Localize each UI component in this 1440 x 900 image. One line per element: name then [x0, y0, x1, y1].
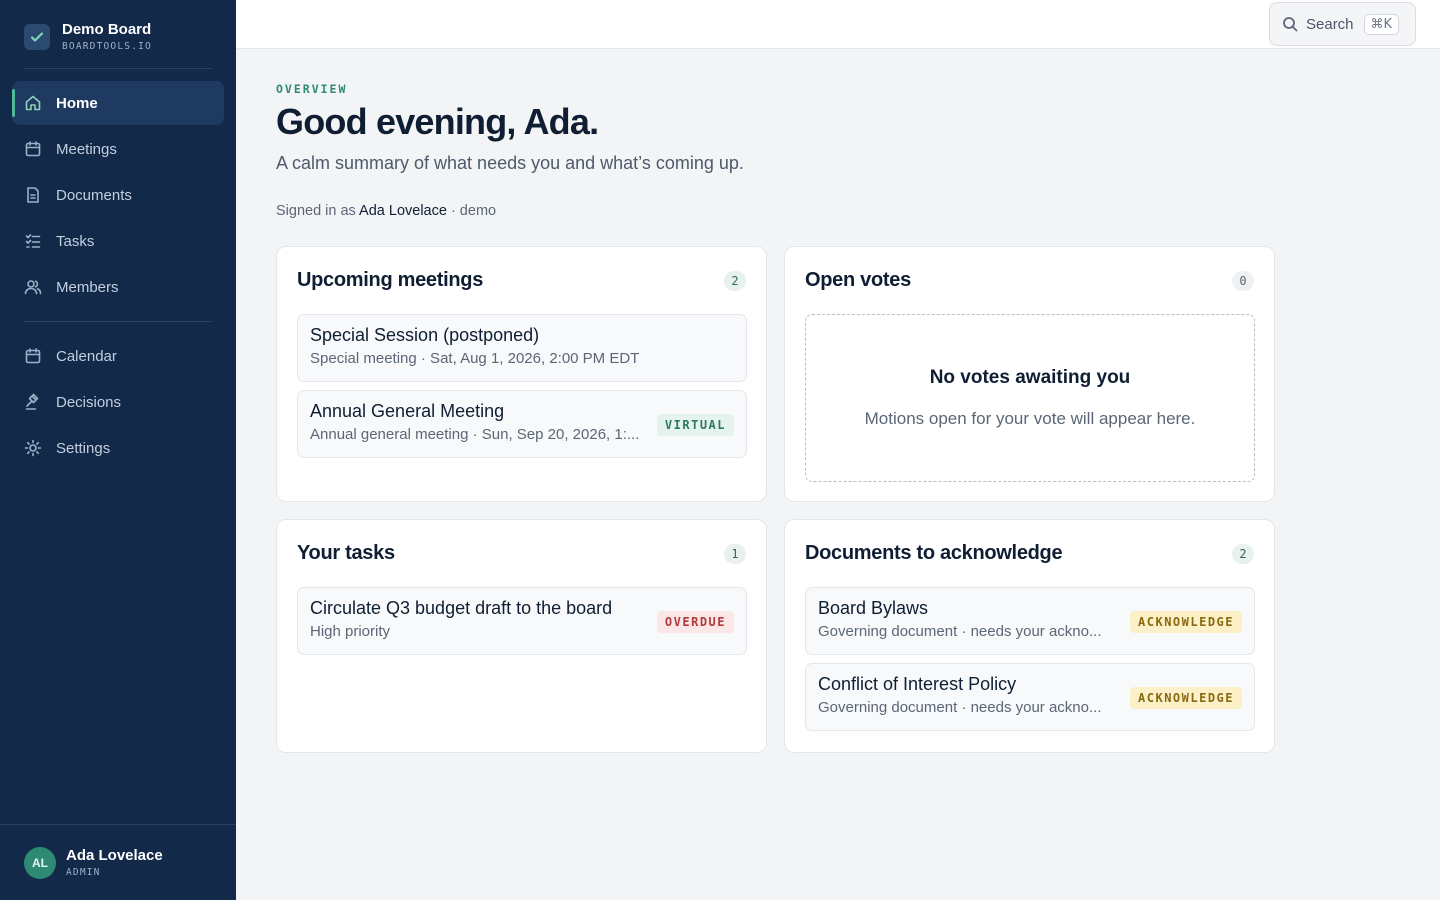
empty-state: No votes awaiting you Motions open for y…: [805, 314, 1255, 482]
acknowledge-button[interactable]: ACKNOWLEDGE: [1130, 687, 1242, 709]
meeting-row[interactable]: Annual General Meeting Annual general me…: [297, 390, 747, 458]
sidebar-item-label: Documents: [56, 186, 132, 204]
signed-in-line: Signed in as Ada Lovelace · demo: [276, 203, 496, 219]
card-title: Open votes: [805, 269, 911, 291]
sidebar-item-members[interactable]: Members: [12, 265, 224, 309]
search-button[interactable]: Search ⌘K: [1269, 2, 1416, 46]
checkmark-icon: [24, 24, 50, 50]
card-title: Upcoming meetings: [297, 269, 484, 291]
count-badge: 0: [1232, 270, 1254, 291]
sun-icon: [24, 439, 42, 457]
meeting-title: Special Session (postponed): [310, 325, 540, 345]
document-details: Governing document · needs your ackno...: [818, 623, 1102, 640]
keyboard-shortcut: ⌘K: [1363, 13, 1400, 35]
meeting-row[interactable]: Special Session (postponed) Special meet…: [297, 314, 747, 382]
sidebar: Demo Board BOARDTOOLS.IO Home Meetings D…: [0, 0, 236, 900]
meeting-details: Annual general meeting · Sun, Sep 20, 20…: [310, 426, 640, 443]
brand-name: Demo Board: [62, 21, 152, 38]
sidebar-divider: [24, 68, 212, 69]
brand[interactable]: Demo Board BOARDTOOLS.IO: [24, 22, 152, 52]
document-row[interactable]: Conflict of Interest Policy Governing do…: [805, 663, 1255, 731]
user-role: ADMIN: [66, 867, 101, 878]
sidebar-item-calendar[interactable]: Calendar: [12, 334, 224, 378]
task-title: Circulate Q3 budget draft to the board: [310, 598, 613, 618]
acknowledge-button[interactable]: ACKNOWLEDGE: [1130, 611, 1242, 633]
documents-to-acknowledge-card: Documents to acknowledge 2 Board Bylaws …: [784, 519, 1275, 753]
your-tasks-card: Your tasks 1 Circulate Q3 budget draft t…: [276, 519, 767, 753]
sidebar-item-settings[interactable]: Settings: [12, 426, 224, 470]
user-name: Ada Lovelace: [66, 847, 163, 864]
open-votes-card: Open votes 0 No votes awaiting you Motio…: [784, 246, 1275, 502]
sidebar-item-label: Meetings: [56, 140, 117, 158]
count-badge: 1: [724, 543, 746, 564]
document-icon: [27, 187, 39, 203]
card-title: Your tasks: [297, 542, 395, 564]
sidebar-item-home[interactable]: Home: [12, 81, 224, 125]
primary-nav: Home Meetings Documents Tasks Members: [12, 81, 224, 311]
document-details: Governing document · needs your ackno...: [818, 699, 1102, 716]
sidebar-item-documents[interactable]: Documents: [12, 173, 224, 217]
sidebar-item-tasks[interactable]: Tasks: [12, 219, 224, 263]
count-badge: 2: [1232, 543, 1254, 564]
sidebar-item-label: Calendar: [56, 347, 117, 365]
calendar-icon: [25, 348, 41, 364]
sidebar-divider: [24, 321, 212, 322]
home-icon: [25, 95, 41, 111]
page-subtitle: A calm summary of what needs you and wha…: [276, 153, 744, 173]
search-icon: [1283, 17, 1298, 32]
document-row[interactable]: Board Bylaws Governing document · needs …: [805, 587, 1255, 655]
signed-in-suffix: · demo: [450, 203, 497, 219]
task-priority: High priority: [310, 623, 391, 640]
task-row[interactable]: Circulate Q3 budget draft to the board H…: [297, 587, 747, 655]
sidebar-item-decisions[interactable]: Decisions: [12, 380, 224, 424]
sidebar-item-label: Settings: [56, 439, 111, 457]
meeting-title: Annual General Meeting: [310, 401, 505, 421]
sidebar-item-label: Tasks: [56, 232, 95, 250]
sidebar-item-label: Home: [56, 94, 98, 112]
card-title: Documents to acknowledge: [805, 542, 1063, 564]
tasks-icon: [25, 234, 41, 248]
user-profile[interactable]: AL Ada Lovelace ADMIN: [0, 824, 236, 900]
top-bar: Search ⌘K: [236, 0, 1440, 49]
empty-state-title: No votes awaiting you: [929, 367, 1131, 388]
avatar: AL: [24, 846, 56, 879]
upcoming-meetings-card: Upcoming meetings 2 Special Session (pos…: [276, 246, 767, 502]
page-eyebrow: OVERVIEW: [276, 82, 348, 96]
gavel-icon: [25, 393, 39, 410]
search-label: Search: [1306, 15, 1354, 33]
sidebar-item-label: Decisions: [56, 393, 122, 411]
document-title: Conflict of Interest Policy: [818, 674, 1017, 694]
sidebar-item-label: Members: [56, 278, 119, 296]
overdue-badge: OVERDUE: [656, 611, 734, 633]
signed-in-prefix: Signed in as: [276, 203, 356, 219]
brand-domain: BOARDTOOLS.IO: [62, 41, 152, 52]
secondary-nav: Calendar Decisions Settings: [12, 334, 224, 472]
empty-state-message: Motions open for your vote will appear h…: [864, 409, 1196, 428]
virtual-badge: VIRTUAL: [656, 414, 734, 436]
count-badge: 2: [724, 270, 746, 291]
sidebar-item-meetings[interactable]: Meetings: [12, 127, 224, 171]
signed-in-user: Ada Lovelace: [359, 203, 447, 219]
members-icon: [24, 280, 42, 295]
page-title: Good evening, Ada.: [276, 101, 599, 142]
calendar-icon: [25, 141, 41, 157]
document-title: Board Bylaws: [818, 598, 929, 618]
meeting-details: Special meeting · Sat, Aug 1, 2026, 2:00…: [310, 350, 640, 367]
